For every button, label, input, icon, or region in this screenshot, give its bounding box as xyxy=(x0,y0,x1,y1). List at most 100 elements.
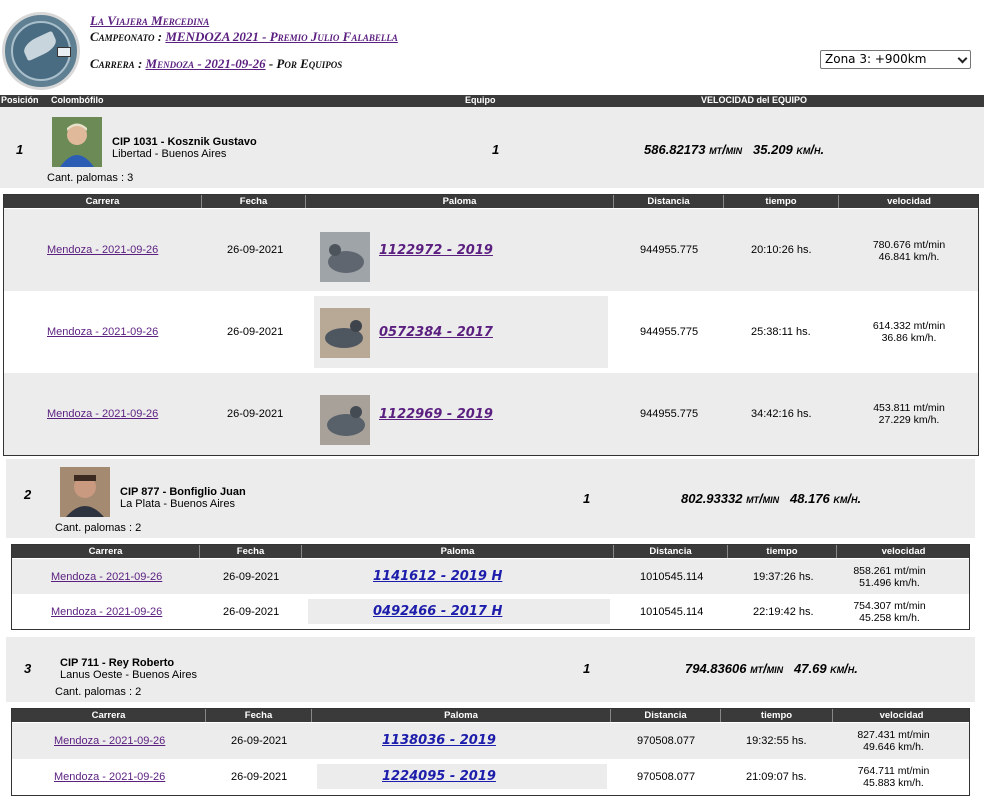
pigeon-icon xyxy=(320,308,370,358)
race-time: 21:09:07 hs. xyxy=(746,771,807,783)
avatar xyxy=(60,467,110,517)
col-carrera: Carrera xyxy=(12,709,206,722)
pigeon-speed-km: 36.86 km/h. xyxy=(881,332,937,344)
col-tiempo: tiempo xyxy=(728,545,837,558)
carrera-line: Carrera : Mendoza - 2021-09-26 - Por Equ… xyxy=(90,56,342,72)
race-time: 22:19:42 hs. xyxy=(753,606,814,618)
logo-badge xyxy=(57,47,71,57)
pigeon-photo xyxy=(320,395,370,445)
race-link[interactable]: Mendoza - 2021-09-26 xyxy=(47,244,158,256)
zona-select[interactable]: Zona 3: +900km xyxy=(820,50,971,69)
pigeon-link[interactable]: 1141612 - 2019 H xyxy=(373,569,502,584)
race-date: 26-09-2021 xyxy=(227,408,284,420)
carrera-link[interactable]: Mendoza - 2021-09-26 xyxy=(146,56,266,71)
pigeon-link[interactable]: 0492466 - 2017 H xyxy=(373,604,502,619)
pigeon-speed: 754.307 mt/min 45.258 km/h. xyxy=(842,600,937,624)
pigeon-speed: 453.811 mt/min 27.229 km/h. xyxy=(854,402,964,426)
col-colombofilo: Colombófilo xyxy=(51,95,104,105)
col-distancia: Distancia xyxy=(614,195,724,208)
team-speed-km: 47.69 km/h. xyxy=(794,661,858,676)
table-row: Mendoza - 2021-09-26 26-09-2021 0492466 … xyxy=(12,594,969,629)
pigeon-link[interactable]: 1122972 - 2019 xyxy=(379,243,493,258)
person-photo-icon xyxy=(52,117,102,167)
race-distance: 970508.077 xyxy=(637,735,696,747)
table-row: Mendoza - 2021-09-26 26-09-2021 1224095 … xyxy=(12,759,969,795)
race-link[interactable]: Mendoza - 2021-09-26 xyxy=(54,735,165,747)
race-time: 34:42:16 hs. xyxy=(751,408,812,420)
team-speed-km: 48.176 km/h. xyxy=(790,491,862,506)
race-link[interactable]: Mendoza - 2021-09-26 xyxy=(47,326,158,338)
team-position: 2 xyxy=(24,487,32,502)
race-date: 26-09-2021 xyxy=(227,244,284,256)
team-speed-km: 35.209 km/h. xyxy=(753,142,825,157)
carrera-label: Carrera : xyxy=(90,56,143,71)
pigeon-speed: 614.332 mt/min 36.86 km/h. xyxy=(854,320,964,344)
race-distance: 944955.775 xyxy=(640,244,699,256)
team-row: 1 CIP 1031 - Kosznik Gustavo Libertad - … xyxy=(0,107,984,188)
pigeon-icon xyxy=(320,232,370,282)
col-posicion: Posición xyxy=(1,95,39,105)
pigeon-link[interactable]: 1224095 - 2019 xyxy=(382,769,496,784)
pigeon-link[interactable]: 0572384 - 2017 xyxy=(379,325,493,340)
team-position: 3 xyxy=(24,661,32,676)
race-distance: 944955.775 xyxy=(640,408,699,420)
race-date: 26-09-2021 xyxy=(231,771,288,783)
pigeon-speed-km: 49.646 km/h. xyxy=(863,741,924,753)
team-number: 1 xyxy=(492,142,500,157)
table-row: Mendoza - 2021-09-26 26-09-2021 1122969 … xyxy=(4,373,978,455)
avatar xyxy=(52,117,102,167)
col-velocidad: VELOCIDAD del EQUIPO xyxy=(701,95,808,105)
race-time: 20:10:26 hs. xyxy=(751,244,812,256)
race-link[interactable]: Mendoza - 2021-09-26 xyxy=(54,771,165,783)
pigeon-link[interactable]: 1122969 - 2019 xyxy=(379,407,493,422)
team-member-name: CIP 877 - Bonfiglio Juan xyxy=(120,486,246,498)
club-link[interactable]: La Viajera Mercedina xyxy=(90,13,209,28)
pigeon-icon xyxy=(320,395,370,445)
team-member-name: CIP 1031 - Kosznik Gustavo xyxy=(112,136,257,148)
race-date: 26-09-2021 xyxy=(231,735,288,747)
zona-selected-value: Zona 3: +900km xyxy=(825,52,927,66)
pigeon-speed-mt: 827.431 mt/min xyxy=(857,729,930,741)
campeonato-link[interactable]: MENDOZA 2021 - Premio Julio Falabella xyxy=(165,29,398,44)
race-link[interactable]: Mendoza - 2021-09-26 xyxy=(51,606,162,618)
pigeon-photo xyxy=(320,308,370,358)
team-detail-table: Carrera Fecha Paloma Distancia tiempo ve… xyxy=(11,708,970,796)
col-velocidad: velocidad xyxy=(887,196,931,207)
col-distancia: Distancia xyxy=(611,709,721,722)
team-pigeon-count: Cant. palomas : 2 xyxy=(55,522,142,534)
race-link[interactable]: Mendoza - 2021-09-26 xyxy=(51,571,162,583)
team-speed-mt: 802.93332 mt/min xyxy=(681,491,780,506)
race-distance: 944955.775 xyxy=(640,326,699,338)
club-logo xyxy=(2,12,80,90)
team-number: 1 xyxy=(583,661,591,676)
col-fecha: Fecha xyxy=(206,709,312,722)
table-row: Mendoza - 2021-09-26 26-09-2021 1141612 … xyxy=(12,559,969,594)
col-paloma: Paloma xyxy=(312,709,611,722)
team-speed-mt: 794.83606 mt/min xyxy=(685,661,784,676)
pigeon-speed-km: 46.841 km/h. xyxy=(878,251,940,263)
pigeon-speed: 858.261 mt/min 51.496 km/h. xyxy=(842,565,937,589)
pigeon-speed-mt: 764.711 mt/min xyxy=(857,765,930,777)
race-date: 26-09-2021 xyxy=(223,606,280,618)
pigeon-speed-mt: 858.261 mt/min xyxy=(853,565,926,577)
pigeon-link[interactable]: 1138036 - 2019 xyxy=(382,733,496,748)
table-row: Mendoza - 2021-09-26 26-09-2021 1138036 … xyxy=(12,723,969,759)
team-row: 2 CIP 877 - Bonfiglio Juan La Plata - Bu… xyxy=(6,459,975,538)
main-table-header: Posición Colombófilo Equipo VELOCIDAD de… xyxy=(0,95,984,107)
col-tiempo: tiempo xyxy=(721,709,833,722)
race-link[interactable]: Mendoza - 2021-09-26 xyxy=(47,408,158,420)
race-distance: 1010545.114 xyxy=(640,606,704,618)
team-number: 1 xyxy=(583,491,591,506)
pigeon-speed-km: 45.258 km/h. xyxy=(859,612,920,624)
team-member-name: CIP 711 - Rey Roberto xyxy=(60,657,175,669)
col-tiempo: tiempo xyxy=(724,195,839,208)
race-date: 26-09-2021 xyxy=(223,571,280,583)
table-row: Mendoza - 2021-09-26 26-09-2021 0572384 … xyxy=(4,291,978,373)
pigeon-speed: 780.676 mt/min 46.841 km/h. xyxy=(854,239,964,263)
col-paloma: Paloma xyxy=(302,545,614,558)
col-paloma: Paloma xyxy=(306,195,614,208)
campeonato-label: Campeonato : xyxy=(90,29,163,44)
pigeon-speed-mt: 614.332 mt/min xyxy=(872,320,946,332)
race-time: 19:32:55 hs. xyxy=(746,735,807,747)
pigeon-photo xyxy=(320,232,370,282)
